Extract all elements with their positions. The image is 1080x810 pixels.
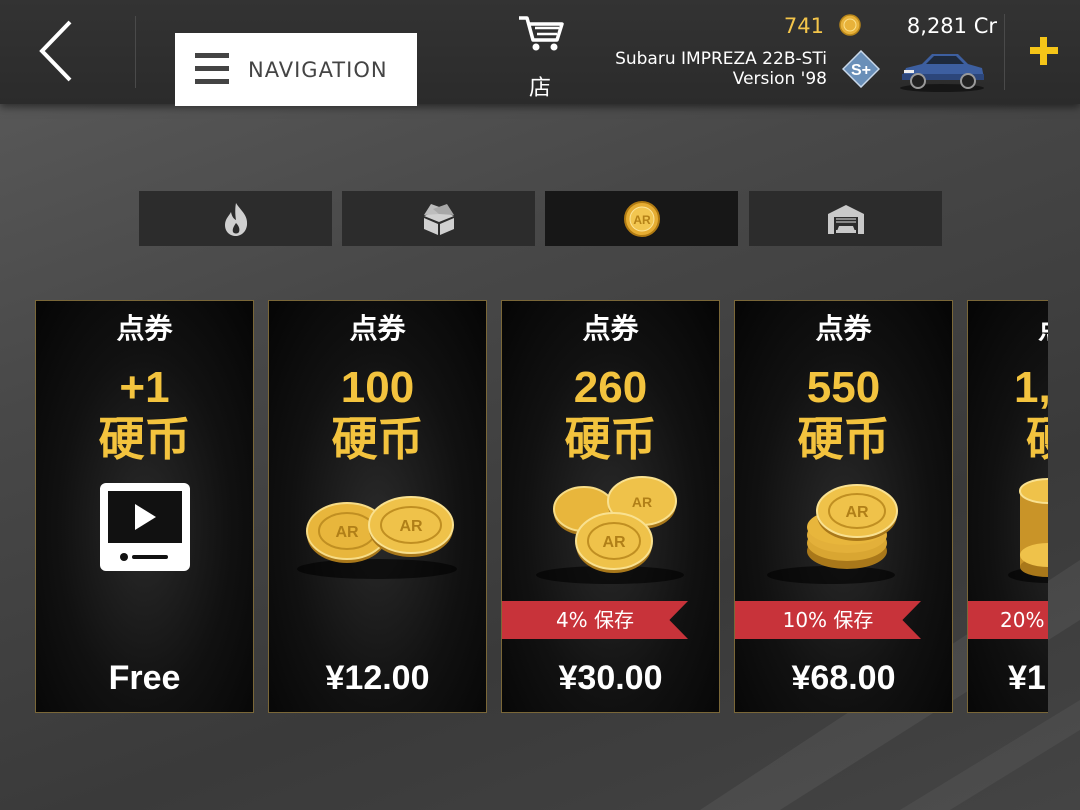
card-price: ¥30.00	[558, 659, 663, 697]
card-type: 点券	[116, 312, 173, 345]
menu-icon	[195, 53, 229, 87]
store-button[interactable]: 店	[515, 14, 565, 101]
offer-card-partial[interactable]: 点 1, 硬 20% ¥1	[967, 300, 1048, 713]
card-amount: 260	[573, 363, 648, 412]
card-unit: 硬币	[331, 412, 424, 466]
svg-text:AR: AR	[632, 494, 652, 510]
offer-card-free[interactable]: 点券 +1 硬币 Free	[35, 300, 254, 713]
card-amount: 1,	[1014, 363, 1048, 412]
tab-garage[interactable]	[749, 191, 942, 246]
tab-hot-deals[interactable]	[139, 191, 332, 246]
tab-coins[interactable]: AR	[545, 191, 738, 246]
card-unit: 硬币	[564, 412, 657, 466]
garage-icon	[827, 204, 864, 234]
coin-tower-image	[1008, 478, 1048, 583]
svg-text:AR: AR	[602, 534, 626, 551]
offer-card-100[interactable]: 点券 100 硬币 AR AR ¥12.00	[268, 300, 487, 713]
svg-text:AR: AR	[335, 524, 359, 541]
two-coins-image: AR AR	[297, 496, 457, 579]
card-unit: 硬币	[797, 412, 890, 466]
navigation-button[interactable]: NAVIGATION	[175, 33, 417, 106]
card-amount: 100	[340, 363, 415, 412]
discount-ribbon: 10% 保存	[735, 601, 921, 639]
navigation-label: NAVIGATION	[248, 58, 388, 82]
tab-packs[interactable]	[342, 191, 535, 246]
card-unit: 硬币	[98, 412, 191, 466]
discount-label: 20%	[968, 601, 1048, 639]
discount-ribbon: 20%	[968, 601, 1048, 639]
top-bar: NAVIGATION 店 741 8,281 Cr Subaru IMPREZA…	[0, 0, 1080, 106]
card-price: ¥12.00	[325, 659, 430, 697]
card-price: Free	[108, 659, 181, 697]
car-class-text: S+	[851, 62, 871, 79]
card-type: 点券	[349, 312, 406, 345]
box-icon	[423, 203, 454, 235]
divider	[1004, 14, 1005, 90]
video-ad-icon	[100, 483, 190, 571]
flame-icon	[224, 202, 247, 236]
card-type: 点券	[815, 312, 872, 345]
svg-text:AR: AR	[845, 504, 869, 521]
coin-stack-image: AR	[767, 484, 898, 584]
svg-text:AR: AR	[633, 213, 651, 227]
discount-label: 4% 保存	[502, 601, 688, 639]
cart-icon	[519, 16, 564, 51]
card-amount: 550	[806, 363, 881, 412]
credit-balance: 8,281 Cr	[906, 14, 997, 38]
svg-text:AR: AR	[399, 518, 423, 535]
card-amount: +1	[119, 363, 170, 412]
car-thumbnail[interactable]	[896, 44, 988, 94]
card-type: 点	[968, 307, 1048, 347]
discount-ribbon: 4% 保存	[502, 601, 688, 639]
card-price: ¥68.00	[791, 659, 896, 697]
divider	[135, 16, 136, 88]
card-price: ¥1	[1008, 659, 1046, 697]
coin-icon: AR	[623, 200, 660, 237]
offer-card-550[interactable]: 点券 550 硬币 AR 10% 保存 ¥68.00	[734, 300, 953, 713]
offer-card-260[interactable]: 点券 260 硬币 AR AR 4% 保存 ¥30.00	[501, 300, 720, 713]
coin-balance: 741	[783, 14, 824, 38]
offer-cards: 点券 +1 硬币 Free 点券 100 硬币 AR AR ¥12.00 点券 …	[0, 300, 1048, 713]
coin-pile-image: AR AR	[536, 476, 684, 584]
coin-icon	[839, 14, 861, 36]
car-name-line2: Version '98	[732, 69, 827, 89]
car-class-badge: S+	[842, 50, 880, 88]
back-arrow-icon[interactable]	[26, 16, 90, 86]
card-unit: 硬	[968, 413, 1048, 465]
car-name: Subaru IMPREZA 22B-STi Version '98	[615, 49, 827, 89]
car-name-line1: Subaru IMPREZA 22B-STi	[615, 49, 827, 69]
discount-label: 10% 保存	[735, 601, 921, 639]
add-currency-button[interactable]	[1021, 28, 1067, 74]
card-type: 点券	[582, 312, 639, 345]
store-label: 店	[528, 76, 551, 101]
